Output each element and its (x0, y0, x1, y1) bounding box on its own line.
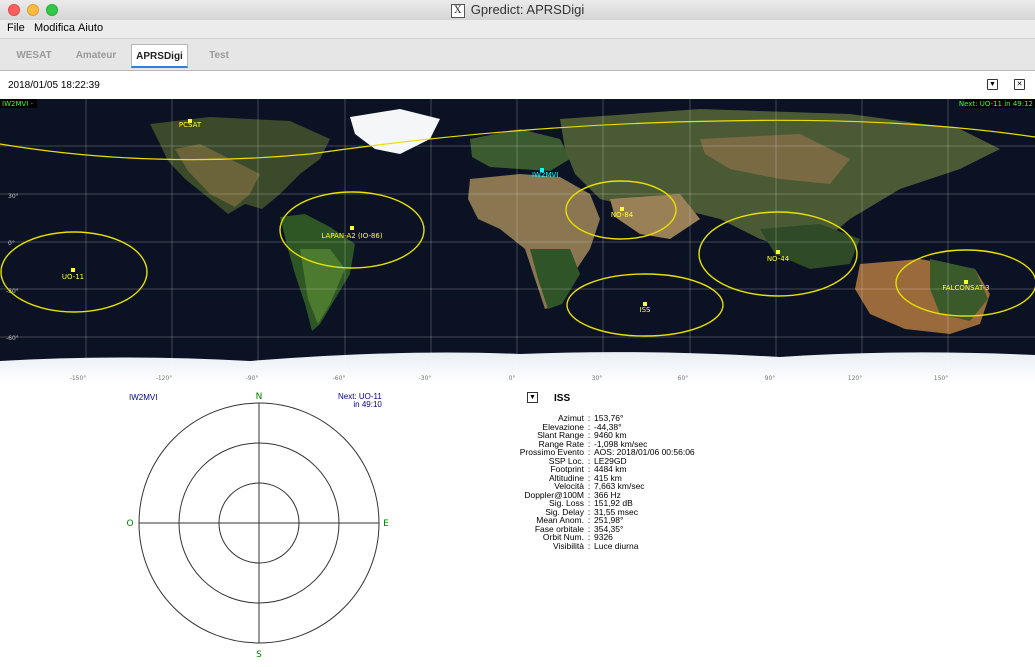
module-timestamp: 2018/01/05 18:22:39 (8, 80, 100, 91)
satellite-label[interactable]: PCSAT (179, 121, 202, 129)
world-map[interactable]: 30° 0° -30° -60° -150° -120° -90° -60° -… (0, 99, 1035, 384)
map-qth-label: IW2MVI (532, 171, 558, 179)
window-titlebar: X Gpredict: APRSDigi (0, 0, 1035, 21)
satellite-label[interactable]: LAPAN-A2 (IO-86) (321, 232, 382, 240)
polar-next-line2: in 49:10 (353, 400, 382, 409)
window-title: Gpredict: APRSDigi (470, 2, 585, 17)
info-key: Visibilità (552, 540, 584, 551)
polar-south: S (256, 650, 262, 660)
lon-label: 30° (592, 375, 603, 382)
lon-label: -120° (156, 375, 173, 382)
module-content: 2018/01/05 18:22:39 ▼ ✕ 30° 0° -30° -60°… (0, 71, 1035, 667)
polar-view[interactable]: N S E O (120, 391, 400, 661)
info-title: ISS (554, 393, 571, 404)
polar-next-label: Next: UO-11 in 49:10 (338, 393, 382, 409)
lon-label: 150° (934, 375, 948, 382)
module-options-button[interactable]: ▼ (987, 79, 998, 90)
menu-file[interactable]: File (7, 22, 25, 34)
polar-north: N (256, 392, 263, 402)
lon-label: 120° (848, 375, 862, 382)
info-row: Visibilità: Luce diurna (480, 540, 695, 551)
lon-label: 0° (509, 375, 516, 382)
polar-qth-label: IW2MVI (129, 393, 158, 402)
lat-label: -60° (6, 335, 19, 342)
tab-wesat[interactable]: WESAT (6, 44, 62, 68)
menubar: File Modifica Aiuto (0, 20, 1035, 39)
lon-label: -30° (419, 375, 432, 382)
info-separator: : (587, 540, 591, 551)
lon-label: 60° (678, 375, 689, 382)
satellite-label[interactable]: NO-84 (611, 211, 634, 219)
satellite-marker[interactable] (71, 268, 75, 272)
module-close-button[interactable]: ✕ (1014, 79, 1025, 90)
satellite-marker[interactable] (776, 250, 780, 254)
info-table: Azimut:153,76° Elevazione: -44,38° Slant Ra… (480, 414, 695, 550)
satellite-label[interactable]: ISS (640, 306, 652, 314)
module-tabbar: WESAT Amateur APRSDigi Test (0, 39, 1035, 71)
menu-edit[interactable]: Modifica (34, 22, 75, 34)
satellite-label[interactable]: NO-44 (767, 255, 790, 263)
lon-label: -60° (333, 375, 346, 382)
info-value: Luce diurna (594, 540, 639, 551)
info-options-button[interactable]: ▼ (527, 392, 538, 403)
lat-label: 0° (8, 240, 15, 247)
tab-amateur[interactable]: Amateur (68, 44, 124, 68)
lat-label: 30° (8, 193, 19, 200)
map-next-corner: Next: UO-11 in 49:12 (959, 100, 1033, 108)
map-qth-corner: IW2MVI - (2, 100, 34, 108)
satellite-label[interactable]: FALCONSAT-3 (942, 284, 989, 292)
satellite-marker[interactable] (350, 226, 354, 230)
window-title-wrap: X Gpredict: APRSDigi (0, 0, 1035, 20)
lon-label: -90° (246, 375, 259, 382)
polar-east: E (383, 519, 389, 529)
lon-label: -150° (70, 375, 87, 382)
satellite-label[interactable]: UO-11 (62, 273, 84, 281)
x11-icon: X (450, 3, 465, 18)
menu-help[interactable]: Aiuto (78, 22, 103, 34)
tab-aprsdigi[interactable]: APRSDigi (131, 44, 188, 68)
world-map-svg: 30° 0° -30° -60° -150° -120° -90° -60° -… (0, 99, 1035, 384)
lon-label: 90° (765, 375, 776, 382)
polar-west: O (126, 519, 133, 529)
polar-rings (138, 402, 380, 644)
tab-test[interactable]: Test (193, 44, 245, 68)
